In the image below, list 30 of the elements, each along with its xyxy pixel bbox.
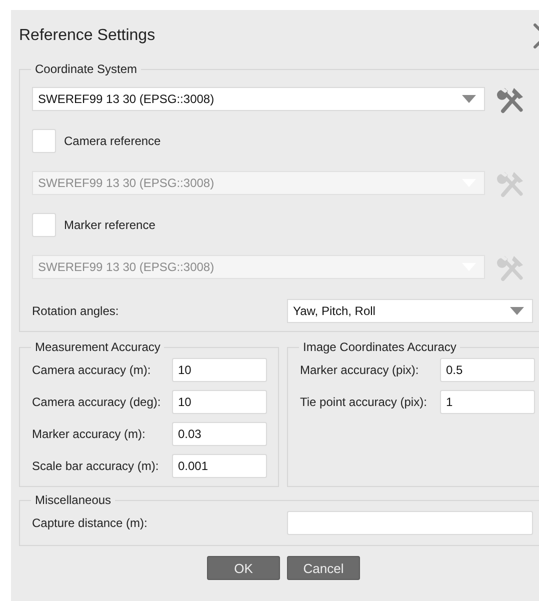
dialog-button[interactable]: OK <box>207 556 280 580</box>
input-field[interactable]: 0.03 <box>172 422 267 446</box>
field-label: Tie point accuracy (pix): <box>300 395 428 409</box>
input-field[interactable]: 1 <box>440 390 535 414</box>
dropdown-arrow-icon <box>510 307 524 315</box>
rotation-dropdown[interactable]: Yaw, Pitch, Roll <box>287 299 533 323</box>
checkbox-label: Camera reference <box>64 134 161 148</box>
input-field[interactable]: 10 <box>172 358 267 382</box>
dialog-button[interactable]: Cancel <box>287 556 360 580</box>
field-label: Camera accuracy (m): <box>32 363 152 377</box>
group-title: Measurement Accuracy <box>34 340 162 354</box>
field-label: Scale bar accuracy (m): <box>32 459 160 473</box>
group-title: Coordinate System <box>34 62 138 76</box>
field-label: Camera accuracy (deg): <box>32 395 162 409</box>
input-field[interactable]: 0.5 <box>440 358 535 382</box>
input-field[interactable]: 10 <box>172 390 267 414</box>
field-label: Rotation angles: <box>32 304 120 318</box>
group-title: Image Coordinates Accuracy <box>302 340 458 354</box>
dialog-title: Reference Settings <box>19 27 156 45</box>
field-label: Marker accuracy (m): <box>32 427 146 441</box>
input-field[interactable]: 0.001 <box>172 454 267 478</box>
field-label: Marker accuracy (pix): <box>300 363 420 377</box>
checkbox[interactable] <box>32 213 56 237</box>
checkbox[interactable] <box>32 129 56 153</box>
group-title: Miscellaneous <box>34 493 112 507</box>
crs-dropdown[interactable]: SWEREF99 13 30 (EPSG::3008) <box>32 87 485 111</box>
dropdown-arrow-icon <box>462 95 476 103</box>
field-label: Capture distance (m): <box>32 516 148 530</box>
input-field[interactable] <box>287 511 533 535</box>
checkbox-label: Marker reference <box>64 218 156 232</box>
